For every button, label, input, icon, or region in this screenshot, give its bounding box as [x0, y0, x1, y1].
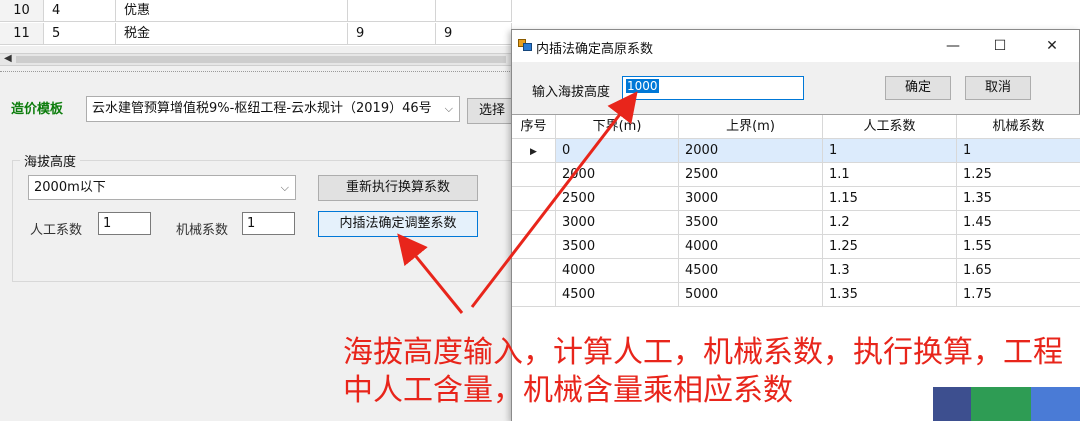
cell-machine[interactable]: 1.75 — [957, 283, 1080, 307]
cell-labor[interactable]: 1.25 — [823, 235, 957, 259]
cell-upper[interactable]: 3500 — [679, 211, 823, 235]
table-row[interactable]: 2000 2500 1.1 1.25 — [512, 163, 1080, 187]
chevron-down-icon: ⌵ — [280, 181, 289, 194]
cell-machine[interactable]: 1 — [957, 139, 1080, 163]
close-icon[interactable]: ✕ — [1037, 34, 1067, 58]
sheet-cell-d[interactable] — [348, 0, 436, 22]
cell-upper[interactable]: 4000 — [679, 235, 823, 259]
sheet-cell-name[interactable]: 优惠 — [116, 0, 348, 22]
cell-upper[interactable]: 3000 — [679, 187, 823, 211]
machine-factor-label: 机械系数 — [176, 223, 229, 238]
sheet-row[interactable]: 10 4 优惠 — [0, 0, 1080, 22]
scrollbar-thumb[interactable] — [16, 56, 506, 63]
table-row[interactable]: 2500 3000 1.15 1.35 — [512, 187, 1080, 211]
sheet-cell-e[interactable]: 9 — [436, 23, 512, 45]
annotation-line-1: 海拔高度输入，计算人工，机械系数，执行换算，工程 — [343, 335, 1063, 370]
cell-upper[interactable]: 4500 — [679, 259, 823, 283]
cell-labor[interactable]: 1.35 — [823, 283, 957, 307]
row-header[interactable]: ▶ — [512, 139, 556, 163]
current-row-icon: ▶ — [530, 147, 537, 157]
sheet-row-number: 10 — [0, 0, 44, 22]
altitude-input-label: 输入海拔高度 — [532, 85, 611, 100]
cell-machine[interactable]: 1.65 — [957, 259, 1080, 283]
sheet-cell-d[interactable]: 9 — [348, 23, 436, 45]
dialog-title: 内插法确定高原系数 — [536, 42, 654, 57]
cell-labor[interactable]: 1.3 — [823, 259, 957, 283]
table-row[interactable]: 3500 4000 1.25 1.55 — [512, 235, 1080, 259]
minimize-icon[interactable]: — — [938, 34, 968, 58]
cell-machine[interactable]: 1.25 — [957, 163, 1080, 187]
maximize-icon[interactable]: ☐ — [985, 34, 1015, 58]
altitude-input[interactable]: 1000 — [622, 76, 804, 100]
sheet-cell-index[interactable]: 4 — [44, 0, 116, 22]
cell-machine[interactable]: 1.55 — [957, 235, 1080, 259]
sheet-cell-e[interactable] — [436, 0, 512, 22]
table-row[interactable]: 3000 3500 1.2 1.45 — [512, 211, 1080, 235]
row-header[interactable] — [512, 259, 556, 283]
column-header-machine[interactable]: 机械系数 — [957, 115, 1080, 139]
altitude-input-value: 1000 — [626, 79, 659, 93]
sheet-row-number: 11 — [0, 23, 44, 45]
table-header: 序号 下界(m) 上界(m) 人工系数 机械系数 — [512, 115, 1080, 139]
corner-decoration — [933, 387, 1080, 421]
table-row[interactable]: 4500 5000 1.35 1.75 — [512, 283, 1080, 307]
row-header[interactable] — [512, 283, 556, 307]
altitude-group-title: 海拔高度 — [20, 151, 81, 170]
cell-labor[interactable]: 1.1 — [823, 163, 957, 187]
column-header-lower[interactable]: 下界(m) — [556, 115, 679, 139]
row-header[interactable] — [512, 163, 556, 187]
sheet-cell-index[interactable]: 5 — [44, 23, 116, 45]
cell-upper[interactable]: 2000 — [679, 139, 823, 163]
cell-lower[interactable]: 3500 — [556, 235, 679, 259]
cell-labor[interactable]: 1.15 — [823, 187, 957, 211]
cell-lower[interactable]: 3000 — [556, 211, 679, 235]
cell-machine[interactable]: 1.35 — [957, 187, 1080, 211]
machine-factor-input[interactable]: 1 — [242, 212, 295, 235]
table-row[interactable]: 4000 4500 1.3 1.65 — [512, 259, 1080, 283]
template-select-value: 云水建管预算增值税9%-枢纽工程-云水规计（2019）46号 — [92, 101, 432, 116]
row-header[interactable] — [512, 211, 556, 235]
interpolation-button[interactable]: 内插法确定调整系数 — [318, 211, 478, 237]
cell-lower[interactable]: 2500 — [556, 187, 679, 211]
cell-upper[interactable]: 2500 — [679, 163, 823, 187]
row-header[interactable] — [512, 187, 556, 211]
rerun-conversion-button[interactable]: 重新执行换算系数 — [318, 175, 478, 201]
template-label: 造价模板 — [11, 102, 64, 117]
scroll-left-icon[interactable]: ◀ — [4, 53, 12, 64]
horizontal-scrollbar[interactable]: ◀ — [0, 53, 512, 66]
cell-lower[interactable]: 4500 — [556, 283, 679, 307]
cell-labor[interactable]: 1.2 — [823, 211, 957, 235]
column-header-index[interactable]: 序号 — [512, 115, 556, 139]
chevron-down-icon: ⌵ — [444, 102, 453, 115]
divider — [0, 71, 512, 72]
cell-lower[interactable]: 2000 — [556, 163, 679, 187]
altitude-range-select[interactable]: 2000m以下 ⌵ — [28, 175, 296, 200]
altitude-range-value: 2000m以下 — [34, 180, 106, 195]
select-template-button[interactable]: 选择 — [467, 98, 517, 124]
dialog-titlebar[interactable]: 内插法确定高原系数 — ☐ ✕ — [512, 30, 1079, 62]
ok-button[interactable]: 确定 — [885, 76, 951, 100]
cell-labor[interactable]: 1 — [823, 139, 957, 163]
template-select[interactable]: 云水建管预算增值税9%-枢纽工程-云水规计（2019）46号 ⌵ — [86, 96, 460, 122]
table-row[interactable]: ▶ 0 2000 1 1 — [512, 139, 1080, 163]
column-header-labor[interactable]: 人工系数 — [823, 115, 957, 139]
column-header-upper[interactable]: 上界(m) — [679, 115, 823, 139]
app-icon — [518, 39, 532, 51]
sheet-cell-name[interactable]: 税金 — [116, 23, 348, 45]
labor-factor-input[interactable]: 1 — [98, 212, 151, 235]
cell-machine[interactable]: 1.45 — [957, 211, 1080, 235]
cell-upper[interactable]: 5000 — [679, 283, 823, 307]
cell-lower[interactable]: 4000 — [556, 259, 679, 283]
cell-lower[interactable]: 0 — [556, 139, 679, 163]
labor-factor-label: 人工系数 — [30, 223, 83, 238]
cancel-button[interactable]: 取消 — [965, 76, 1031, 100]
row-header[interactable] — [512, 235, 556, 259]
